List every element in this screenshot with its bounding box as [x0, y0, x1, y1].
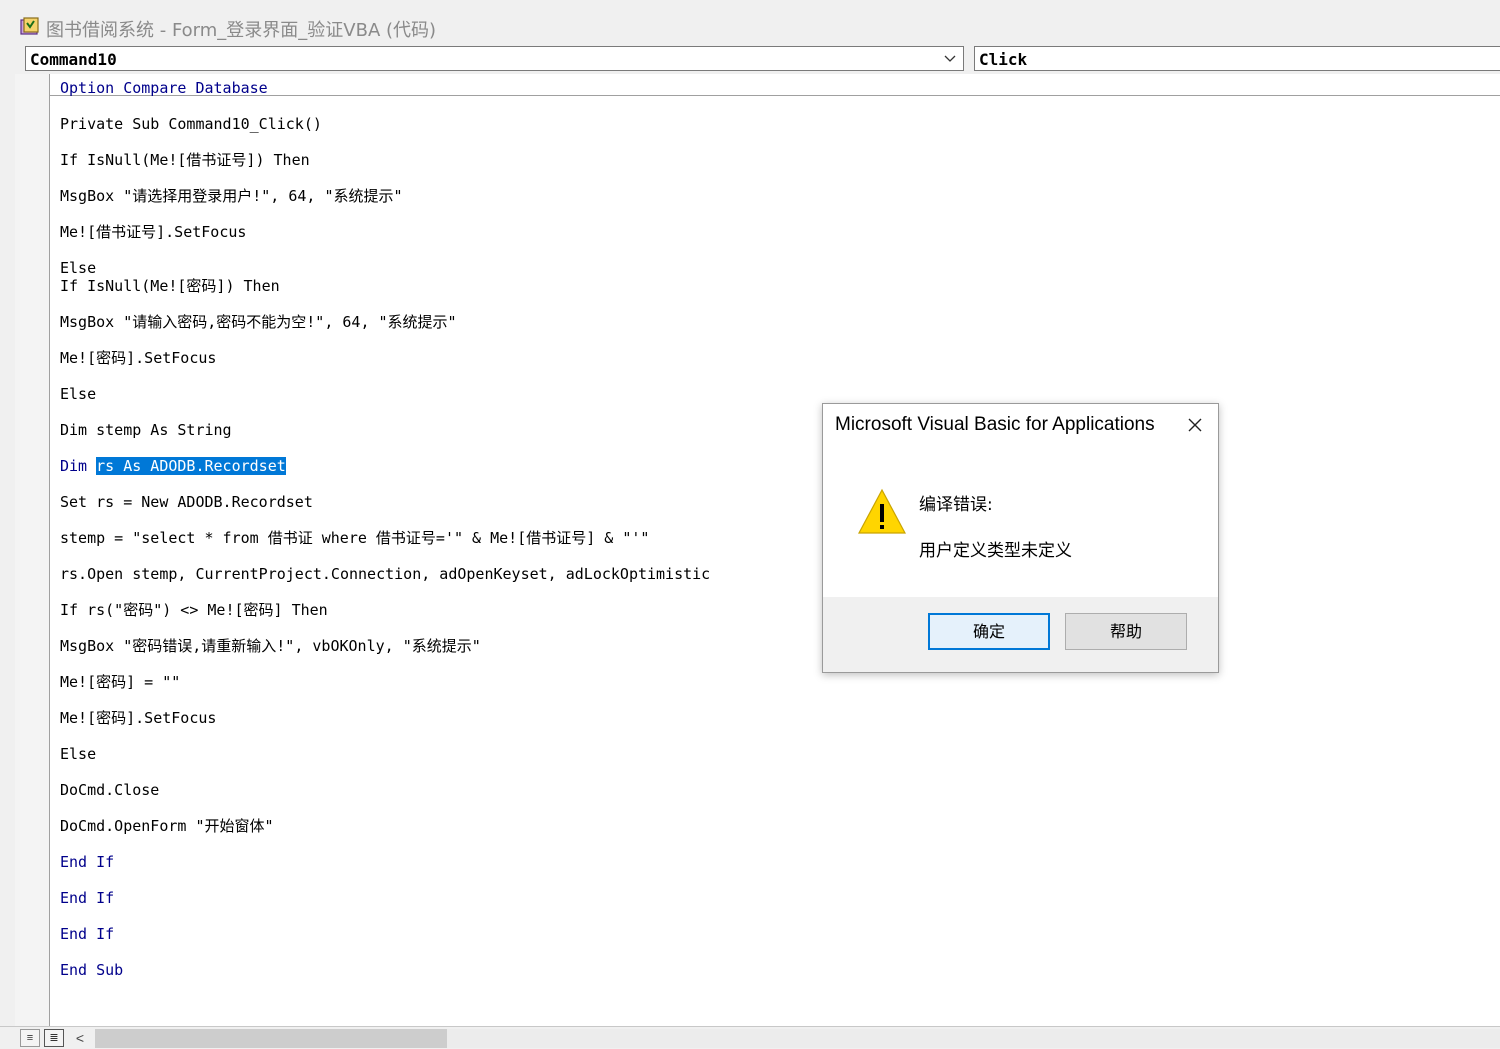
code-line[interactable]: End If: [60, 852, 114, 872]
code-line-text: If IsNull(Me![密码]) Then: [60, 277, 280, 295]
full-module-view-button[interactable]: ≣: [44, 1029, 64, 1047]
dialog-title: Microsoft Visual Basic for Applications: [835, 414, 1155, 435]
procedure-view-button[interactable]: ≡: [20, 1029, 40, 1047]
dialog-footer: 确定 帮助: [823, 597, 1218, 672]
code-line[interactable]: Else: [60, 258, 96, 278]
code-line-text: DoCmd.OpenForm "开始窗体": [60, 817, 274, 835]
code-line[interactable]: DoCmd.OpenForm "开始窗体": [60, 816, 274, 836]
code-line[interactable]: If rs("密码") <> Me![密码] Then: [60, 600, 328, 620]
ok-button[interactable]: 确定: [928, 613, 1050, 650]
code-line-text: stemp = "select * from 借书证 where 借书证号='"…: [60, 529, 650, 547]
title-bar: 图书借阅系统 - Form_登录界面_验证VBA (代码): [0, 0, 1500, 45]
code-line-text: Me![密码] = "": [60, 673, 181, 691]
code-line[interactable]: Else: [60, 384, 96, 404]
compile-error-dialog: Microsoft Visual Basic for Applications …: [822, 403, 1219, 673]
object-combo-value: Command10: [30, 50, 117, 69]
code-line[interactable]: rs.Open stemp, CurrentProject.Connection…: [60, 564, 710, 584]
code-line-text: Set rs = New ADODB.Recordset: [60, 493, 313, 511]
code-line[interactable]: Private Sub Command10_Click(): [60, 114, 322, 134]
scroll-left-icon[interactable]: <: [70, 1030, 90, 1047]
code-line[interactable]: Dim rs As ADODB.Recordset: [60, 456, 286, 476]
code-line-text: rs.Open stemp, CurrentProject.Connection…: [60, 565, 711, 583]
code-line[interactable]: End If: [60, 888, 114, 908]
chevron-down-icon[interactable]: [943, 51, 957, 65]
window-left-edge: [0, 74, 15, 1048]
warning-icon: [857, 488, 907, 534]
code-line[interactable]: Option Compare Database: [60, 78, 268, 98]
procedure-combo-value: Click: [979, 50, 1028, 69]
error-heading: 编译错误:: [919, 495, 993, 515]
code-line[interactable]: Me![密码] = "": [60, 672, 180, 692]
editor-bottom-bar: ≡ ≣ <: [0, 1026, 1500, 1049]
code-line-text: MsgBox "请输入密码,密码不能为空!", 64, "系统提示": [60, 313, 457, 331]
code-line[interactable]: Set rs = New ADODB.Recordset: [60, 492, 313, 512]
code-line-text: Me![密码].SetFocus: [60, 709, 217, 727]
code-line-text: Else: [60, 745, 97, 763]
selected-code-text[interactable]: rs As ADODB.Recordset: [96, 457, 286, 475]
code-line[interactable]: DoCmd.Close: [60, 780, 159, 800]
vba-app-icon: [20, 17, 39, 35]
object-combo[interactable]: Command10: [25, 46, 964, 71]
procedure-combo[interactable]: Click: [974, 46, 1500, 71]
close-icon[interactable]: [1184, 414, 1206, 436]
window-title: 图书借阅系统 - Form_登录界面_验证VBA (代码): [46, 20, 437, 41]
code-line[interactable]: Else: [60, 744, 96, 764]
help-button[interactable]: 帮助: [1065, 613, 1187, 650]
code-line-text: MsgBox "密码错误,请重新输入!", vbOKOnly, "系统提示": [60, 637, 481, 655]
code-line[interactable]: If IsNull(Me![借书证号]) Then: [60, 150, 310, 170]
error-message: 用户定义类型未定义: [919, 541, 1072, 561]
code-line-text: End If: [60, 853, 115, 871]
code-line-text: If rs("密码") <> Me![密码] Then: [60, 601, 328, 619]
code-line[interactable]: stemp = "select * from 借书证 where 借书证号='"…: [60, 528, 649, 548]
code-line-text: Me![密码].SetFocus: [60, 349, 217, 367]
code-line-text: If IsNull(Me![借书证号]) Then: [60, 151, 310, 169]
code-line-text: Dim stemp As String: [60, 421, 232, 439]
code-line[interactable]: Me![密码].SetFocus: [60, 708, 216, 728]
code-line[interactable]: MsgBox "密码错误,请重新输入!", vbOKOnly, "系统提示": [60, 636, 481, 656]
code-line[interactable]: End If: [60, 924, 114, 944]
code-line-text: End If: [60, 889, 115, 907]
horizontal-scrollbar-track[interactable]: [447, 1029, 1500, 1048]
code-line-text: Private Sub Command10_Click(): [60, 115, 322, 133]
code-keyword-dim: Dim: [60, 457, 97, 475]
code-line[interactable]: MsgBox "请输入密码,密码不能为空!", 64, "系统提示": [60, 312, 457, 332]
code-line[interactable]: End Sub: [60, 960, 123, 980]
code-line[interactable]: Me![密码].SetFocus: [60, 348, 216, 368]
code-line[interactable]: If IsNull(Me![密码]) Then: [60, 276, 280, 296]
code-line[interactable]: Me![借书证号].SetFocus: [60, 222, 246, 242]
code-line-text: Else: [60, 385, 97, 403]
code-toolbar: Command10 Click: [0, 44, 1500, 74]
code-line-text: Me![借书证号].SetFocus: [60, 223, 247, 241]
code-line-text: DoCmd.Close: [60, 781, 160, 799]
code-line-text: MsgBox "请选择用登录用户!", 64, "系统提示": [60, 187, 403, 205]
horizontal-scrollbar-thumb[interactable]: [95, 1029, 447, 1048]
code-line-text: Else: [60, 259, 97, 277]
code-line[interactable]: MsgBox "请选择用登录用户!", 64, "系统提示": [60, 186, 403, 206]
margin-indicator-bar[interactable]: [15, 74, 50, 1026]
code-line-text: End If: [60, 925, 115, 943]
code-line-text: End Sub: [60, 961, 124, 979]
code-line[interactable]: Dim stemp As String: [60, 420, 232, 440]
